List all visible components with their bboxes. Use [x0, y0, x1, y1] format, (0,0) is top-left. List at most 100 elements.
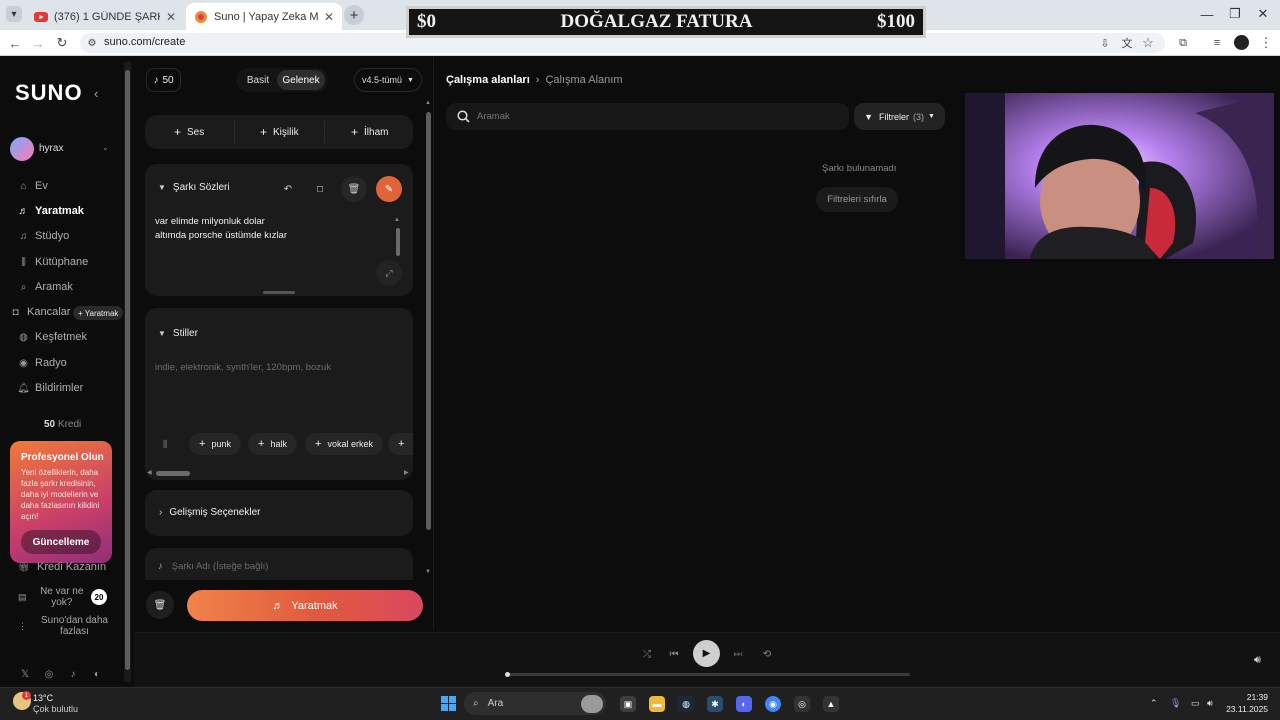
- style-chip-punk[interactable]: + punk: [189, 433, 241, 455]
- user-avatar[interactable]: [10, 137, 34, 161]
- sidebar-item-create[interactable]: ♬ Yaratmak: [18, 202, 84, 220]
- discord-icon[interactable]: ◐: [91, 668, 103, 680]
- playback-progress-handle[interactable]: [505, 672, 510, 677]
- undo-icon[interactable]: ↶: [275, 176, 301, 202]
- settings-app-icon[interactable]: ✱: [707, 696, 723, 712]
- minimize-window-icon[interactable]: —: [1192, 4, 1222, 24]
- close-tab-icon[interactable]: ✕: [324, 10, 334, 24]
- microphone-icon[interactable]: 🎙︎: [1170, 698, 1181, 709]
- obs-icon[interactable]: ◎: [794, 696, 810, 712]
- tiktok-icon[interactable]: ♪: [67, 668, 79, 680]
- create-button[interactable]: ♬ Yaratmak: [187, 590, 423, 621]
- credits-pill[interactable]: ♪ 50: [146, 68, 181, 92]
- network-icon[interactable]: ▭: [1191, 698, 1200, 709]
- style-chip-more[interactable]: +: [388, 433, 413, 455]
- browser-tab-youtube[interactable]: (376) 1 GÜNDE ŞARKI YAPMAK ✕: [26, 3, 184, 30]
- chips-scrollbar[interactable]: [156, 471, 190, 476]
- lyrics-section-toggle[interactable]: ▼ Şarkı Sözleri: [158, 182, 230, 193]
- chrome-icon[interactable]: ◉: [765, 696, 781, 712]
- upgrade-button[interactable]: Güncelleme: [21, 530, 101, 554]
- sidebar-item-library[interactable]: ⫼ Kütüphane: [18, 253, 88, 271]
- reload-icon[interactable]: ↻: [54, 35, 70, 51]
- install-app-icon[interactable]: ⇩: [1097, 35, 1113, 51]
- style-chip-folk[interactable]: + halk: [248, 433, 297, 455]
- scroll-left-icon[interactable]: ◀: [147, 469, 152, 476]
- style-library-icon[interactable]: ⫼: [163, 439, 167, 450]
- browser-tab-suno[interactable]: Suno | Yapay Zeka Müzik ✕: [186, 3, 342, 30]
- lyrics-textarea[interactable]: var elimde milyonluk dolar altımda porsc…: [155, 215, 385, 243]
- add-inspiration-button[interactable]: + İlham: [351, 124, 388, 140]
- close-tab-icon[interactable]: ✕: [166, 10, 176, 24]
- previous-track-icon[interactable]: ⏮︎: [667, 647, 681, 661]
- add-persona-button[interactable]: + Kişilik: [260, 124, 299, 140]
- username[interactable]: hyrax: [39, 143, 63, 154]
- reset-filters-button[interactable]: Filtreleri sıfırla: [816, 187, 898, 212]
- bookmark-star-icon[interactable]: ☆: [1140, 35, 1156, 51]
- add-audio-button[interactable]: + Ses: [174, 124, 204, 140]
- profile-avatar[interactable]: [1234, 35, 1249, 50]
- volume-icon[interactable]: 🔊︎: [1254, 654, 1261, 667]
- clock-time[interactable]: 21:39: [1230, 692, 1268, 702]
- scroll-right-icon[interactable]: ▶: [404, 469, 409, 476]
- lyrics-scrollbar[interactable]: [396, 228, 400, 256]
- scroll-down-icon[interactable]: ▼: [425, 569, 431, 575]
- sidebar-item-notifications[interactable]: 🔔︎ Bildirimler: [17, 379, 83, 397]
- scroll-up-icon[interactable]: ▲: [425, 100, 431, 106]
- magic-wand-icon[interactable]: ✎: [376, 176, 402, 202]
- more-from-suno-link[interactable]: ⋮ Suno'dan daha fazlası: [18, 615, 113, 637]
- reading-list-icon[interactable]: ≡: [1209, 35, 1225, 51]
- hooks-create-badge[interactable]: + Yaratmak: [73, 306, 124, 320]
- collapse-sidebar-icon[interactable]: ‹: [94, 86, 98, 101]
- suno-logo[interactable]: SUNO: [15, 80, 83, 106]
- play-button[interactable]: ▶: [693, 640, 720, 667]
- clear-all-button[interactable]: 🗑︎: [146, 591, 174, 619]
- repeat-icon[interactable]: ⟲: [760, 647, 774, 661]
- scroll-up-icon[interactable]: ▲: [394, 217, 400, 223]
- chevron-down-icon[interactable]: ⌄: [102, 143, 109, 152]
- task-view-icon[interactable]: ▣: [620, 696, 636, 712]
- translate-icon[interactable]: 文: [1119, 35, 1135, 51]
- styles-section-toggle[interactable]: ▼ Stiller: [158, 328, 198, 339]
- create-panel-scrollbar[interactable]: [426, 112, 431, 530]
- close-window-icon[interactable]: ✕: [1248, 4, 1278, 24]
- advanced-options-toggle[interactable]: › Gelişmiş Seçenekler: [159, 507, 261, 518]
- style-chip-male-vocal[interactable]: + vokal erkek: [305, 433, 383, 455]
- next-track-icon[interactable]: ⏭︎: [731, 647, 745, 661]
- sidebar-item-studio[interactable]: ♫ Stüdyo: [18, 227, 70, 245]
- expand-icon[interactable]: ⤢: [376, 260, 402, 286]
- sidebar-item-home[interactable]: ⌂ Ev: [18, 177, 47, 195]
- volume-tray-icon[interactable]: 🔊︎: [1207, 698, 1213, 709]
- sidebar-item-explore[interactable]: ◍ Keşfetmek: [18, 328, 87, 346]
- restore-window-icon[interactable]: ❐: [1220, 4, 1250, 24]
- site-info-icon[interactable]: ⚙: [84, 35, 100, 51]
- clock-date[interactable]: 23.11.2025: [1222, 704, 1268, 714]
- browser-menu-icon[interactable]: ⋮: [1258, 35, 1274, 51]
- sidebar-item-hooks[interactable]: ◘ Kancalar: [10, 303, 70, 321]
- trash-icon[interactable]: 🗑︎: [341, 176, 367, 202]
- sidebar-item-search[interactable]: ⌕ Aramak: [18, 278, 73, 296]
- back-icon[interactable]: ←: [7, 35, 23, 51]
- whats-new-link[interactable]: ▤ Ne var ne yok?: [18, 586, 88, 608]
- sidebar-item-radio[interactable]: ◉ Radyo: [18, 354, 67, 372]
- model-selector[interactable]: v4.5-tümü ▼: [354, 68, 422, 92]
- file-explorer-icon[interactable]: ▬: [649, 696, 665, 712]
- song-name-input[interactable]: ♪ Şarkı Adı (İsteğe bağlı): [158, 561, 268, 572]
- new-tab-button[interactable]: +: [344, 5, 364, 25]
- playback-progress-bar[interactable]: [507, 673, 910, 676]
- extensions-icon[interactable]: ⧉: [1175, 35, 1191, 51]
- discord-app-icon[interactable]: ◐: [736, 696, 752, 712]
- filters-button[interactable]: ▼ Filtreler (3) ▼: [854, 103, 945, 130]
- sidebar-scrollbar-thumb[interactable]: [125, 70, 130, 670]
- app-icon[interactable]: ▲: [823, 696, 839, 712]
- windows-start-icon[interactable]: [441, 696, 456, 711]
- forward-icon[interactable]: →: [30, 35, 46, 51]
- resize-handle[interactable]: [263, 291, 295, 294]
- tray-overflow-icon[interactable]: ⌃: [1150, 698, 1158, 709]
- x-twitter-icon[interactable]: 𝕏: [19, 668, 31, 680]
- styles-input[interactable]: indie, elektronik, synth'ler, 120bpm, bo…: [155, 362, 331, 373]
- instagram-icon[interactable]: ◎: [43, 668, 55, 680]
- tab-search-button[interactable]: ▾: [6, 6, 22, 22]
- copy-icon[interactable]: ☐: [307, 176, 333, 202]
- steam-icon[interactable]: ◍: [678, 696, 694, 712]
- earn-credits-link[interactable]: 🎁︎ Kredi Kazanın: [18, 561, 106, 573]
